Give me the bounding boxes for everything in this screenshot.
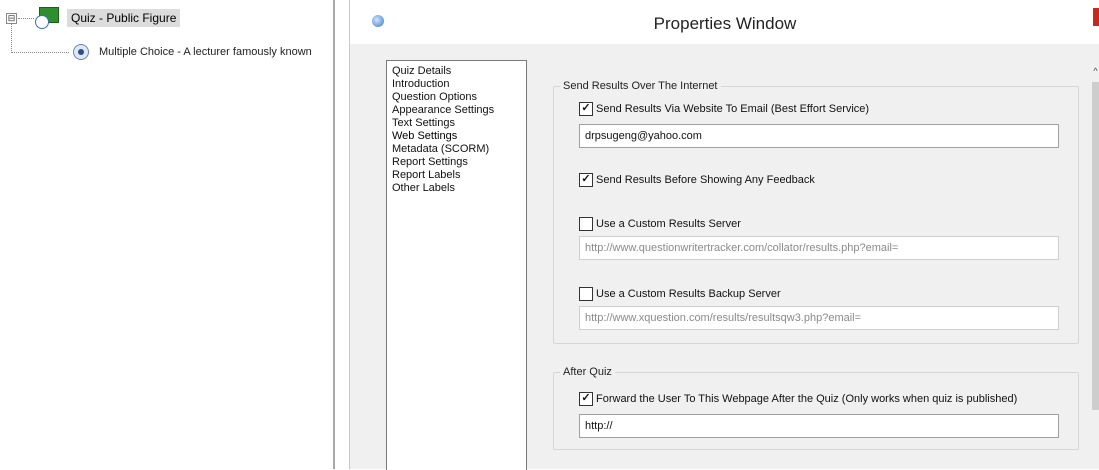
sidebar-item-question-options[interactable]: Question Options bbox=[387, 91, 526, 104]
sidebar-item-appearance-settings[interactable]: Appearance Settings bbox=[387, 104, 526, 117]
sidebar-item-report-labels[interactable]: Report Labels bbox=[387, 169, 526, 182]
custom-server-option[interactable]: Use a Custom Results Server bbox=[579, 217, 741, 231]
scroll-up-icon[interactable]: ^ bbox=[1091, 66, 1099, 76]
tree-connector bbox=[18, 17, 34, 19]
custom-backup-label: Use a Custom Results Backup Server bbox=[596, 288, 781, 300]
properties-window: Properties Window Quiz Details Introduct… bbox=[349, 0, 1099, 470]
sidebar-item-metadata[interactable]: Metadata (SCORM) bbox=[387, 143, 526, 156]
send-via-website-label: Send Results Via Website To Email (Best … bbox=[596, 103, 870, 115]
sidebar-item-report-settings[interactable]: Report Settings bbox=[387, 156, 526, 169]
custom-server-url-field[interactable]: http://www.questionwritertracker.com/col… bbox=[579, 236, 1059, 260]
sidebar-item-web-settings[interactable]: Web Settings bbox=[387, 130, 526, 143]
after-quiz-legend: After Quiz bbox=[563, 366, 612, 378]
send-before-feedback-checkbox[interactable]: ✓ bbox=[579, 173, 593, 187]
tree-root-node[interactable]: ⊟ Quiz - Public Figure bbox=[6, 6, 181, 30]
window-title: Properties Window bbox=[653, 14, 797, 33]
multiple-choice-icon bbox=[73, 44, 89, 60]
send-before-feedback-label: Send Results Before Showing Any Feedback bbox=[596, 174, 815, 186]
forward-user-option[interactable]: ✓ Forward the User To This Webpage After… bbox=[579, 392, 1017, 406]
send-via-website-option[interactable]: ✓ Send Results Via Website To Email (Bes… bbox=[579, 102, 869, 116]
forward-user-checkbox[interactable]: ✓ bbox=[579, 392, 593, 406]
sidebar-item-quiz-details[interactable]: Quiz Details bbox=[387, 65, 526, 78]
settings-category-list: Quiz Details Introduction Question Optio… bbox=[386, 60, 527, 470]
send-results-legend: Send Results Over The Internet bbox=[563, 80, 718, 92]
sidebar-item-text-settings[interactable]: Text Settings bbox=[387, 117, 526, 130]
clock-icon bbox=[35, 15, 49, 29]
quiz-tree-pane: ⊟ Quiz - Public Figure Multiple Choice -… bbox=[0, 0, 333, 469]
quiz-icon bbox=[35, 7, 59, 29]
send-before-feedback-option[interactable]: ✓ Send Results Before Showing Any Feedba… bbox=[579, 173, 815, 187]
forward-user-label: Forward the User To This Webpage After t… bbox=[596, 393, 1018, 405]
custom-server-label: Use a Custom Results Server bbox=[596, 218, 741, 230]
email-field[interactable]: drpsugeng@yahoo.com bbox=[579, 124, 1059, 148]
custom-backup-url-field[interactable]: http://www.xquestion.com/results/results… bbox=[579, 306, 1059, 330]
send-results-group: Send Results Over The Internet bbox=[553, 80, 1079, 344]
custom-backup-option[interactable]: Use a Custom Results Backup Server bbox=[579, 287, 781, 301]
forward-url-field[interactable]: http:// bbox=[579, 414, 1059, 438]
tree-connector bbox=[11, 51, 69, 53]
custom-server-checkbox[interactable] bbox=[579, 217, 593, 231]
tree-child-label[interactable]: Multiple Choice - A lecturer famously kn… bbox=[99, 46, 312, 58]
pane-gap bbox=[335, 0, 349, 469]
title-bar[interactable]: Properties Window bbox=[350, 0, 1099, 44]
sidebar-item-introduction[interactable]: Introduction bbox=[387, 78, 526, 91]
close-button[interactable] bbox=[1093, 8, 1099, 26]
send-via-website-checkbox[interactable]: ✓ bbox=[579, 102, 593, 116]
collapse-icon[interactable]: ⊟ bbox=[6, 12, 17, 24]
content-scrollbar[interactable]: ^ bbox=[1091, 60, 1099, 469]
sidebar-item-other-labels[interactable]: Other Labels bbox=[387, 182, 526, 195]
tree-child-node[interactable]: Multiple Choice - A lecturer famously kn… bbox=[11, 43, 312, 61]
custom-backup-checkbox[interactable] bbox=[579, 287, 593, 301]
tree-root-label[interactable]: Quiz - Public Figure bbox=[67, 9, 181, 27]
scroll-thumb[interactable] bbox=[1092, 82, 1099, 410]
